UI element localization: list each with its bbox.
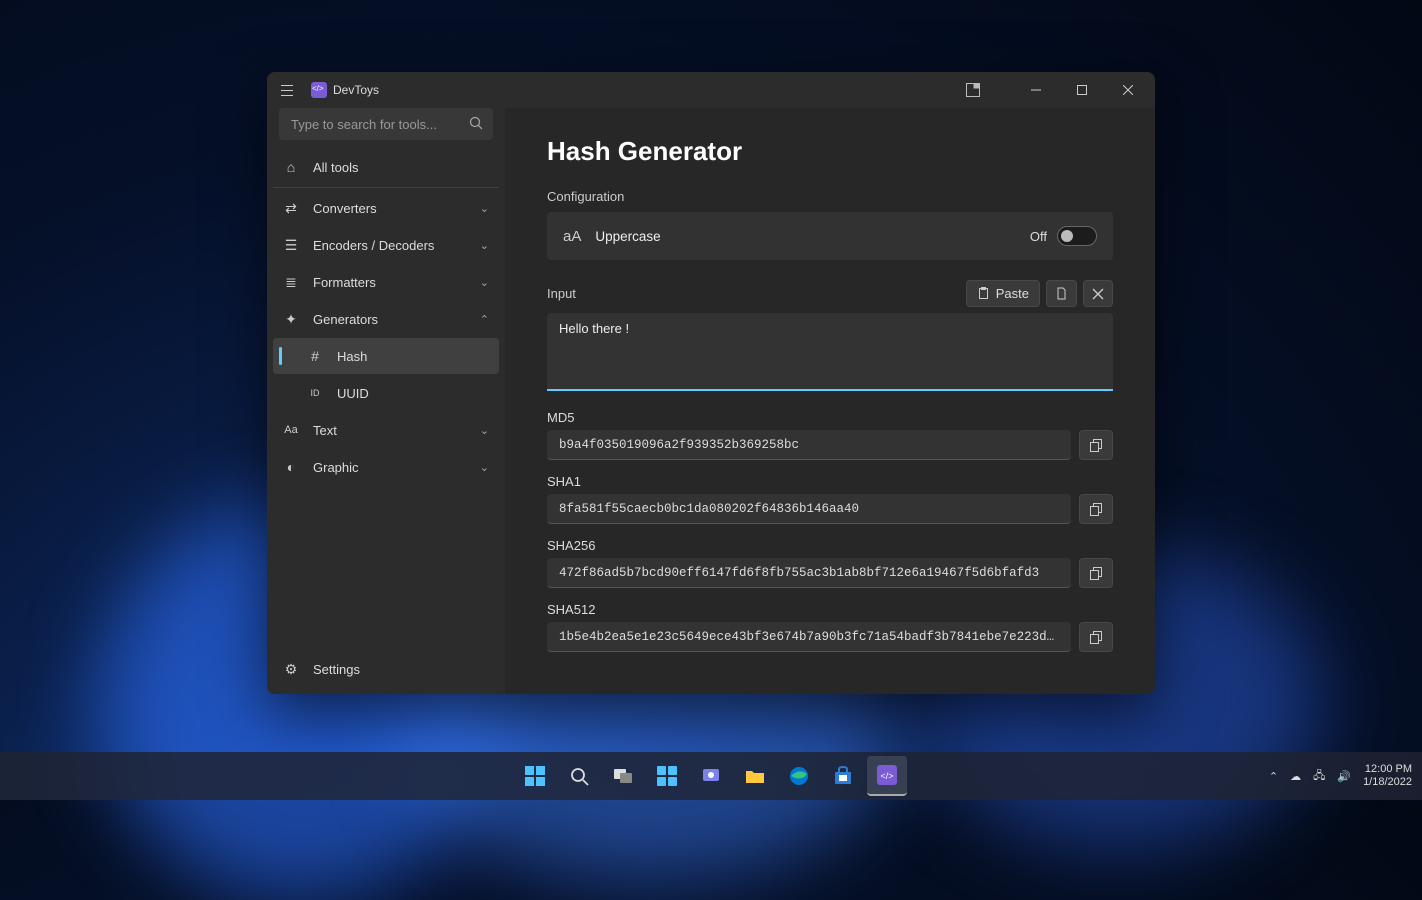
close-button[interactable] xyxy=(1105,72,1151,108)
app-window: DevToys xyxy=(267,72,1155,694)
config-header: Configuration xyxy=(547,189,1113,204)
tray-network-icon[interactable]: 🖧 xyxy=(1313,767,1325,786)
hash-output-md5[interactable] xyxy=(547,430,1071,460)
chat-button[interactable] xyxy=(691,756,731,796)
file-icon xyxy=(1055,287,1068,300)
sidebar-item-label: Hash xyxy=(337,349,367,364)
uppercase-label: Uppercase xyxy=(595,229,660,244)
copy-icon xyxy=(1090,503,1103,516)
sidebar-item-label: All tools xyxy=(313,160,359,175)
tray-chevron-icon[interactable]: ⌃ xyxy=(1269,770,1278,783)
close-icon xyxy=(1092,288,1104,300)
taskbar-date: 1/18/2022 xyxy=(1363,776,1412,789)
copy-md5-button[interactable] xyxy=(1079,430,1113,460)
sidebar-item-formatters[interactable]: ≣ Formatters ⌄ xyxy=(273,264,499,300)
sidebar-item-settings[interactable]: ⚙ Settings xyxy=(273,651,499,687)
sidebar-item-encoders[interactable]: ☰ Encoders / Decoders ⌄ xyxy=(273,227,499,263)
hamburger-menu-button[interactable] xyxy=(277,80,297,100)
hash-label-sha1: SHA1 xyxy=(547,474,1113,489)
sidebar-item-label: Settings xyxy=(313,662,360,677)
compact-overlay-button[interactable] xyxy=(953,72,993,108)
hash-label-sha256: SHA256 xyxy=(547,538,1113,553)
copy-sha512-button[interactable] xyxy=(1079,622,1113,652)
uppercase-toggle-state: Off xyxy=(1030,229,1047,244)
taskbar-time: 12:00 PM xyxy=(1363,763,1412,776)
sidebar-item-label: Text xyxy=(313,423,337,438)
copy-icon xyxy=(1090,567,1103,580)
uuid-icon: ID xyxy=(307,388,323,398)
copy-icon xyxy=(1090,439,1103,452)
devtoys-taskbar-button[interactable]: </> xyxy=(867,756,907,796)
start-button[interactable] xyxy=(515,756,555,796)
app-title: DevToys xyxy=(333,83,379,97)
titlebar: DevToys xyxy=(267,72,1155,108)
sidebar-item-all-tools[interactable]: ⌂ All tools xyxy=(273,149,499,185)
input-textarea[interactable] xyxy=(547,313,1113,391)
copy-icon xyxy=(1090,631,1103,644)
sidebar-item-label: UUID xyxy=(337,386,369,401)
home-icon: ⌂ xyxy=(283,159,299,175)
hash-output-sha256[interactable] xyxy=(547,558,1071,588)
edge-button[interactable] xyxy=(779,756,819,796)
chevron-down-icon: ⌄ xyxy=(480,202,489,215)
chevron-down-icon: ⌄ xyxy=(480,424,489,437)
search-icon xyxy=(469,116,483,130)
chevron-up-icon: ⌃ xyxy=(480,313,489,326)
paste-icon xyxy=(977,287,990,300)
main-content: Hash Generator Configuration aA Uppercas… xyxy=(505,108,1155,694)
svg-text:</>: </> xyxy=(880,771,893,781)
sidebar-item-label: Formatters xyxy=(313,275,376,290)
uppercase-config-row: aA Uppercase Off xyxy=(547,212,1113,260)
taskbar: </> ⌃ ☁ 🖧 🔊 12:00 PM 1/18/2022 xyxy=(0,752,1422,800)
hash-output-sha512[interactable] xyxy=(547,622,1071,652)
encoders-icon: ☰ xyxy=(283,237,299,254)
uppercase-toggle[interactable] xyxy=(1057,226,1097,246)
sidebar-item-hash[interactable]: # Hash xyxy=(273,338,499,374)
hash-icon: # xyxy=(307,348,323,364)
minimize-button[interactable] xyxy=(1013,72,1059,108)
sidebar-item-label: Converters xyxy=(313,201,377,216)
generators-icon: ✦ xyxy=(283,311,299,328)
taskbar-clock[interactable]: 12:00 PM 1/18/2022 xyxy=(1363,763,1412,789)
copy-sha256-button[interactable] xyxy=(1079,558,1113,588)
hash-label-sha512: SHA512 xyxy=(547,602,1113,617)
app-icon xyxy=(311,82,327,98)
graphic-icon: ◐ xyxy=(283,459,299,475)
chevron-down-icon: ⌄ xyxy=(480,276,489,289)
sidebar-item-label: Encoders / Decoders xyxy=(313,238,434,253)
formatters-icon: ≣ xyxy=(283,274,299,291)
store-button[interactable] xyxy=(823,756,863,796)
tray-volume-icon[interactable]: 🔊 xyxy=(1337,770,1351,783)
open-file-button[interactable] xyxy=(1046,280,1077,307)
text-icon: Aa xyxy=(283,424,299,436)
page-title: Hash Generator xyxy=(547,136,1113,167)
hash-output-sha1[interactable] xyxy=(547,494,1071,524)
chevron-down-icon: ⌄ xyxy=(480,461,489,474)
widgets-button[interactable] xyxy=(647,756,687,796)
maximize-button[interactable] xyxy=(1059,72,1105,108)
tray-cloud-icon[interactable]: ☁ xyxy=(1290,770,1301,783)
hash-label-md5: MD5 xyxy=(547,410,1113,425)
search-input[interactable] xyxy=(279,108,493,140)
copy-sha1-button[interactable] xyxy=(1079,494,1113,524)
sidebar-item-text[interactable]: Aa Text ⌄ xyxy=(273,412,499,448)
chevron-down-icon: ⌄ xyxy=(480,239,489,252)
paste-label: Paste xyxy=(996,286,1029,301)
sidebar-item-graphic[interactable]: ◐ Graphic ⌄ xyxy=(273,449,499,485)
input-header: Input xyxy=(547,286,576,301)
sidebar-item-label: Generators xyxy=(313,312,378,327)
sidebar-item-generators[interactable]: ✦ Generators ⌃ xyxy=(273,301,499,337)
converters-icon: ⇄ xyxy=(283,200,299,217)
sidebar-item-converters[interactable]: ⇄ Converters ⌄ xyxy=(273,190,499,226)
sidebar: ⌂ All tools ⇄ Converters ⌄ ☰ Encoders / … xyxy=(267,108,505,694)
clear-button[interactable] xyxy=(1083,280,1113,307)
gear-icon: ⚙ xyxy=(283,661,299,678)
file-explorer-button[interactable] xyxy=(735,756,775,796)
paste-button[interactable]: Paste xyxy=(966,280,1040,307)
uppercase-icon: aA xyxy=(563,228,581,245)
taskbar-search-button[interactable] xyxy=(559,756,599,796)
sidebar-item-label: Graphic xyxy=(313,460,359,475)
task-view-button[interactable] xyxy=(603,756,643,796)
sidebar-item-uuid[interactable]: ID UUID xyxy=(273,375,499,411)
